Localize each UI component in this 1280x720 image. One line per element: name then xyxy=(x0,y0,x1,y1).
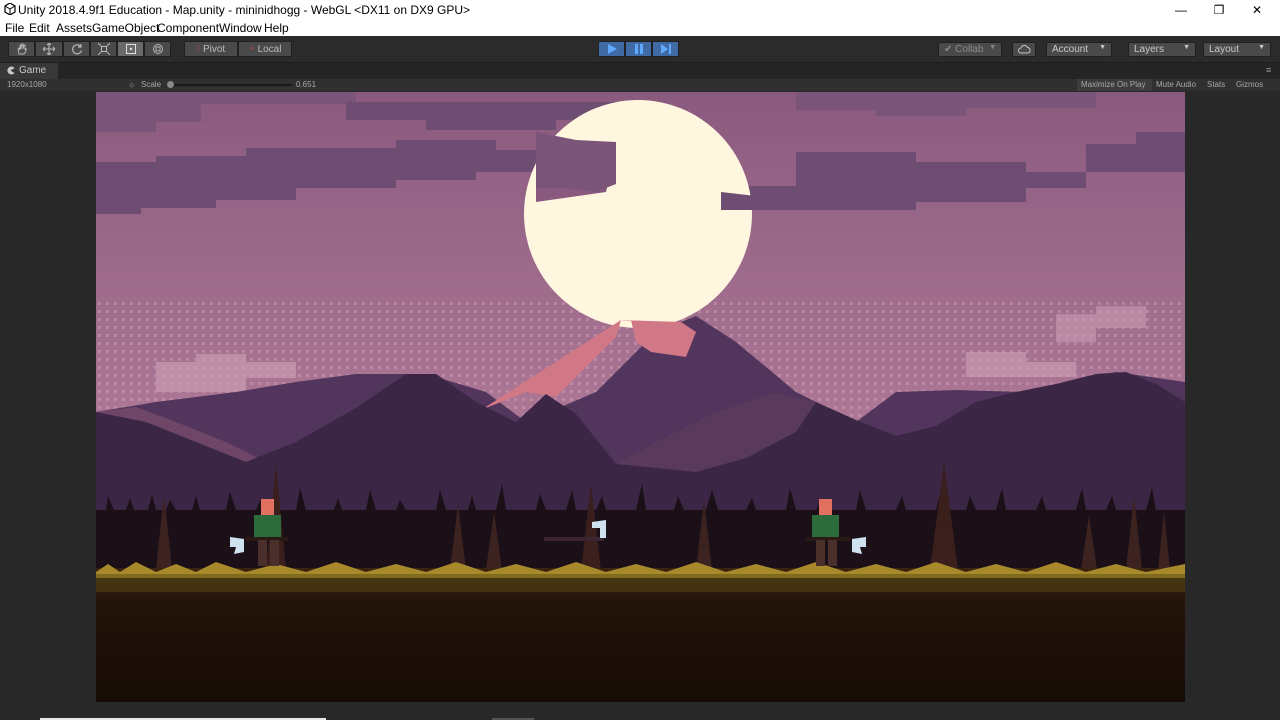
local-toggle[interactable]: ◔ Local xyxy=(238,41,292,57)
game-scene xyxy=(96,92,1185,702)
editor-bottom-bar xyxy=(0,702,1280,720)
account-dropdown[interactable]: Account ▼ xyxy=(1046,42,1112,57)
step-icon xyxy=(660,44,671,54)
window-title-bar: Unity 2018.4.9f1 Education - Map.unity -… xyxy=(0,0,1280,19)
transform-icon xyxy=(152,44,163,54)
pause-icon xyxy=(634,44,643,54)
collab-dropdown[interactable]: ✔ Collab ▼ xyxy=(938,42,1002,57)
unity-logo-icon xyxy=(4,3,16,15)
gizmos-dropdown[interactable]: Gizmos xyxy=(1236,80,1263,89)
rotate-icon xyxy=(71,44,82,55)
stats-toggle[interactable]: Stats xyxy=(1207,80,1225,89)
play-button[interactable] xyxy=(598,41,625,57)
layers-dropdown[interactable]: Layers ▼ xyxy=(1128,42,1196,57)
scale-tool-button[interactable] xyxy=(90,41,117,57)
pivot-local-group: ⁝ Pivot ◔ Local xyxy=(184,41,292,57)
collab-label: Collab xyxy=(955,44,984,55)
rotate-tool-button[interactable] xyxy=(63,41,90,57)
scale-slider-track[interactable] xyxy=(168,84,292,86)
game-tab-label: Game xyxy=(19,65,47,76)
scale-icon xyxy=(97,43,110,55)
minimize-icon: — xyxy=(1175,2,1187,17)
pacman-icon xyxy=(7,66,15,75)
tab-game[interactable]: Game xyxy=(0,63,58,79)
maximize-button[interactable]: ❐ xyxy=(1202,0,1236,19)
move-tool-button[interactable] xyxy=(35,41,63,57)
step-button[interactable] xyxy=(652,41,679,57)
chevron-down-icon: ▼ xyxy=(989,44,996,51)
close-icon: ✕ xyxy=(1251,2,1263,17)
layout-dropdown[interactable]: Layout ▼ xyxy=(1203,42,1271,57)
play-controls xyxy=(598,41,679,57)
restore-icon: ❐ xyxy=(1213,2,1225,17)
menu-window[interactable]: Window xyxy=(219,21,262,35)
rect-tool-button[interactable] xyxy=(117,41,144,57)
game-tab-bar: Game ≡ xyxy=(0,63,1280,79)
collab-check-icon: ✔ xyxy=(944,44,953,55)
scale-value: 0.651 xyxy=(296,80,317,89)
pivot-toggle[interactable]: ⁝ Pivot xyxy=(184,41,238,57)
pivot-icon: ⁝ xyxy=(196,43,200,55)
menu-edit[interactable]: Edit xyxy=(29,21,50,35)
layers-label: Layers xyxy=(1134,44,1165,55)
main-toolbar: ⁝ Pivot ◔ Local ✔ Collab ▼ Account ▼ Lay… xyxy=(0,36,1280,63)
scale-sun-icon: ☼ xyxy=(128,80,136,89)
chevron-down-icon: ▼ xyxy=(1183,44,1190,51)
move-icon xyxy=(43,43,55,55)
rect-tool-icon xyxy=(125,44,136,54)
minimize-button[interactable]: — xyxy=(1164,0,1198,19)
pivot-label: Pivot xyxy=(202,43,226,55)
menu-bar: File Edit Assets GameObject Component Wi… xyxy=(0,19,1280,36)
menu-file[interactable]: File xyxy=(5,21,24,35)
hand-icon xyxy=(17,43,26,55)
game-view-toolbar: 1920x1080 ☼ Scale 0.651 Maximize On Play… xyxy=(0,79,1280,91)
cloud-button[interactable] xyxy=(1012,42,1036,57)
play-icon xyxy=(607,44,617,54)
close-button[interactable]: ✕ xyxy=(1240,0,1274,19)
menu-assets[interactable]: Assets xyxy=(56,21,92,35)
hand-tool-button[interactable] xyxy=(8,41,35,57)
transform-tools xyxy=(8,41,171,57)
local-icon: ◔ xyxy=(248,43,255,55)
menu-help[interactable]: Help xyxy=(264,21,289,35)
pause-button[interactable] xyxy=(625,41,652,57)
ground xyxy=(96,562,1185,702)
cloud-icon xyxy=(1018,45,1031,54)
menu-gameobject[interactable]: GameObject xyxy=(92,21,159,35)
local-label: Local xyxy=(257,43,282,55)
scale-label: Scale xyxy=(141,80,162,89)
layout-label: Layout xyxy=(1209,44,1240,55)
maximize-on-play-label: Maximize On Play xyxy=(1081,80,1146,89)
chevron-down-icon: ▼ xyxy=(1258,44,1265,51)
tab-menu-icon[interactable]: ≡ xyxy=(1266,65,1271,75)
window-title: Unity 2018.4.9f1 Education - Map.unity -… xyxy=(18,3,471,17)
scale-slider-handle[interactable] xyxy=(167,81,174,88)
game-viewport[interactable] xyxy=(96,92,1185,702)
menu-component[interactable]: Component xyxy=(157,21,219,35)
account-label: Account xyxy=(1052,44,1089,55)
maximize-on-play-toggle[interactable]: Maximize On Play xyxy=(1077,79,1152,91)
mute-audio-toggle[interactable]: Mute Audio xyxy=(1156,80,1196,89)
chevron-down-icon: ▼ xyxy=(1099,44,1106,51)
transform-tool-button[interactable] xyxy=(144,41,171,57)
resolution-dropdown[interactable]: 1920x1080 xyxy=(7,80,47,89)
